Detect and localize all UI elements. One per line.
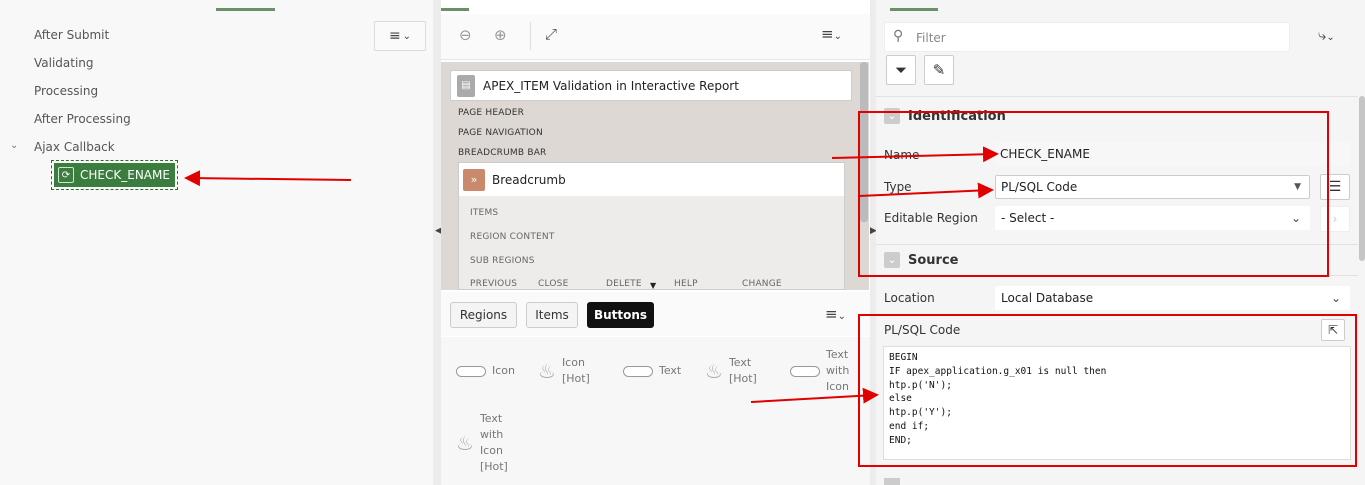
page-card[interactable]: ▤ APEX_ITEM Validation in Interactive Re… xyxy=(450,70,852,101)
layout-toolbar: ⊖ ⊕ ⤢ ≡⌄ xyxy=(441,14,870,60)
breadcrumb-region[interactable]: » Breadcrumb ITEMS REGION CONTENT SUB RE… xyxy=(458,162,845,290)
slot-items: ITEMS xyxy=(470,208,499,218)
menu-icon: ≡ xyxy=(388,28,401,44)
search-icon: ⚲ xyxy=(893,28,904,44)
expand-icon[interactable]: ⤢ xyxy=(545,25,557,43)
zoom-in-icon[interactable]: ⊕ xyxy=(494,26,507,44)
chevron-right-icon: › xyxy=(1332,212,1338,226)
zoom-out-icon[interactable]: ⊖ xyxy=(459,26,472,44)
gallery-item-text-with-icon[interactable]: Text with Icon xyxy=(790,347,856,395)
tab-indicator xyxy=(890,8,938,11)
gallery-item-icon[interactable]: Icon xyxy=(456,363,515,379)
tab-indicator xyxy=(441,8,469,11)
tab-regions[interactable]: Regions xyxy=(450,302,517,328)
pencil-icon: ✎ xyxy=(932,61,946,79)
position-page-navigation: PAGE NAVIGATION xyxy=(458,128,543,138)
gallery-item-text-hot[interactable]: ♨ Text [Hot] xyxy=(705,355,761,387)
tab-items[interactable]: Items xyxy=(526,302,578,328)
slot-help: HELP xyxy=(674,279,698,289)
position-page-header: PAGE HEADER xyxy=(458,108,525,118)
slot-sub-regions: SUB REGIONS xyxy=(470,256,535,266)
region-header: » Breadcrumb xyxy=(459,163,844,196)
gallery-item-text-with-icon-hot[interactable]: ♨ Text with Icon [Hot] xyxy=(456,411,512,475)
button-shape-icon xyxy=(790,365,820,377)
tree-node-check-ename[interactable]: ⟳ CHECK_ENAME xyxy=(51,160,178,190)
filter-input[interactable]: ⚲ Filter xyxy=(884,22,1290,52)
chevron-down-icon: ⌄ xyxy=(1330,291,1341,305)
flame-icon: ♨ xyxy=(705,359,723,383)
chevron-down-icon: ⌄ xyxy=(402,30,412,42)
location-value: Local Database xyxy=(1001,291,1094,305)
tree-item-ajax-callback[interactable]: Ajax Callback xyxy=(34,140,115,154)
rendering-tree-pane: After Submit Validating Processing After… xyxy=(0,0,433,485)
tree-item-validating[interactable]: Validating xyxy=(34,56,94,70)
gallery-item-label: Icon xyxy=(492,364,515,377)
layout-canvas: ▤ APEX_ITEM Validation in Interactive Re… xyxy=(441,62,869,290)
tree-item-after-submit[interactable]: After Submit xyxy=(34,28,109,42)
slot-change: CHANGE xyxy=(742,279,782,289)
resize-handle-icon[interactable]: ▼ xyxy=(650,281,656,290)
button-shape-icon xyxy=(623,365,653,377)
section-collapsed xyxy=(884,478,900,485)
gallery-item-label: Text xyxy=(659,364,682,377)
gallery-item-icon-hot[interactable]: ♨ Icon [Hot] xyxy=(538,355,594,387)
button-gallery: Icon ♨ Icon [Hot] Text ♨ Text [Hot] Text… xyxy=(441,337,870,485)
funnel-icon: ⏷ xyxy=(894,61,907,79)
menu-icon[interactable]: ≡⌄ xyxy=(821,25,842,43)
tree-item-after-processing[interactable]: After Processing xyxy=(34,112,131,126)
gallery-tabs: Regions Items Buttons ≡⌄ xyxy=(441,292,870,336)
tree-node-label: CHECK_ENAME xyxy=(80,168,170,182)
list-icon: ☰ xyxy=(1328,179,1342,195)
slot-previous: PREVIOUS xyxy=(470,279,518,289)
filter-placeholder: Filter xyxy=(916,31,946,45)
refresh-icon: ⟳ xyxy=(58,167,74,183)
edit-button[interactable]: ✎ xyxy=(924,55,954,85)
page-icon: ▤ xyxy=(457,74,475,97)
location-label: Location xyxy=(884,291,935,305)
tab-buttons[interactable]: Buttons xyxy=(587,302,654,328)
chevron-down-icon[interactable]: ⌄ xyxy=(10,140,18,151)
button-shape-icon xyxy=(456,365,486,377)
section-divider xyxy=(876,96,1358,97)
position-breadcrumb-bar: BREADCRUMB BAR xyxy=(458,148,547,158)
gallery-item-label: Icon [Hot] xyxy=(561,356,590,385)
filter-funnel-button[interactable]: ⏷ xyxy=(886,55,916,85)
breadcrumb-icon: » xyxy=(463,168,485,191)
location-select[interactable]: Local Database ⌄ xyxy=(995,286,1350,310)
tree-menu-button[interactable]: ≡ ⌄ xyxy=(374,21,426,51)
gallery-item-label: Text [Hot] xyxy=(728,356,757,385)
slot-close: CLOSE xyxy=(538,279,569,289)
gallery-item-label: Text with Icon [Hot] xyxy=(479,412,508,473)
slot-delete: DELETE xyxy=(606,279,642,289)
tree-item-processing[interactable]: Processing xyxy=(34,84,98,98)
region-title: Breadcrumb xyxy=(492,172,566,187)
annotation-box-code xyxy=(858,314,1357,467)
flame-icon: ♨ xyxy=(538,359,556,383)
scrollbar[interactable] xyxy=(1359,96,1365,261)
left-splitter[interactable] xyxy=(433,0,441,485)
gallery-item-label: Text with Icon xyxy=(826,348,850,393)
divider xyxy=(530,22,531,50)
gallery-item-text[interactable]: Text xyxy=(623,363,681,379)
slot-region-content: REGION CONTENT xyxy=(470,232,555,242)
annotation-box-identification xyxy=(858,111,1329,277)
go-to-group-icon[interactable]: ⤷⌄ xyxy=(1318,26,1335,44)
menu-icon[interactable]: ≡⌄ xyxy=(825,305,846,323)
tab-indicator xyxy=(216,8,275,11)
flame-icon: ♨ xyxy=(456,431,474,455)
page-title: APEX_ITEM Validation in Interactive Repo… xyxy=(483,78,739,93)
